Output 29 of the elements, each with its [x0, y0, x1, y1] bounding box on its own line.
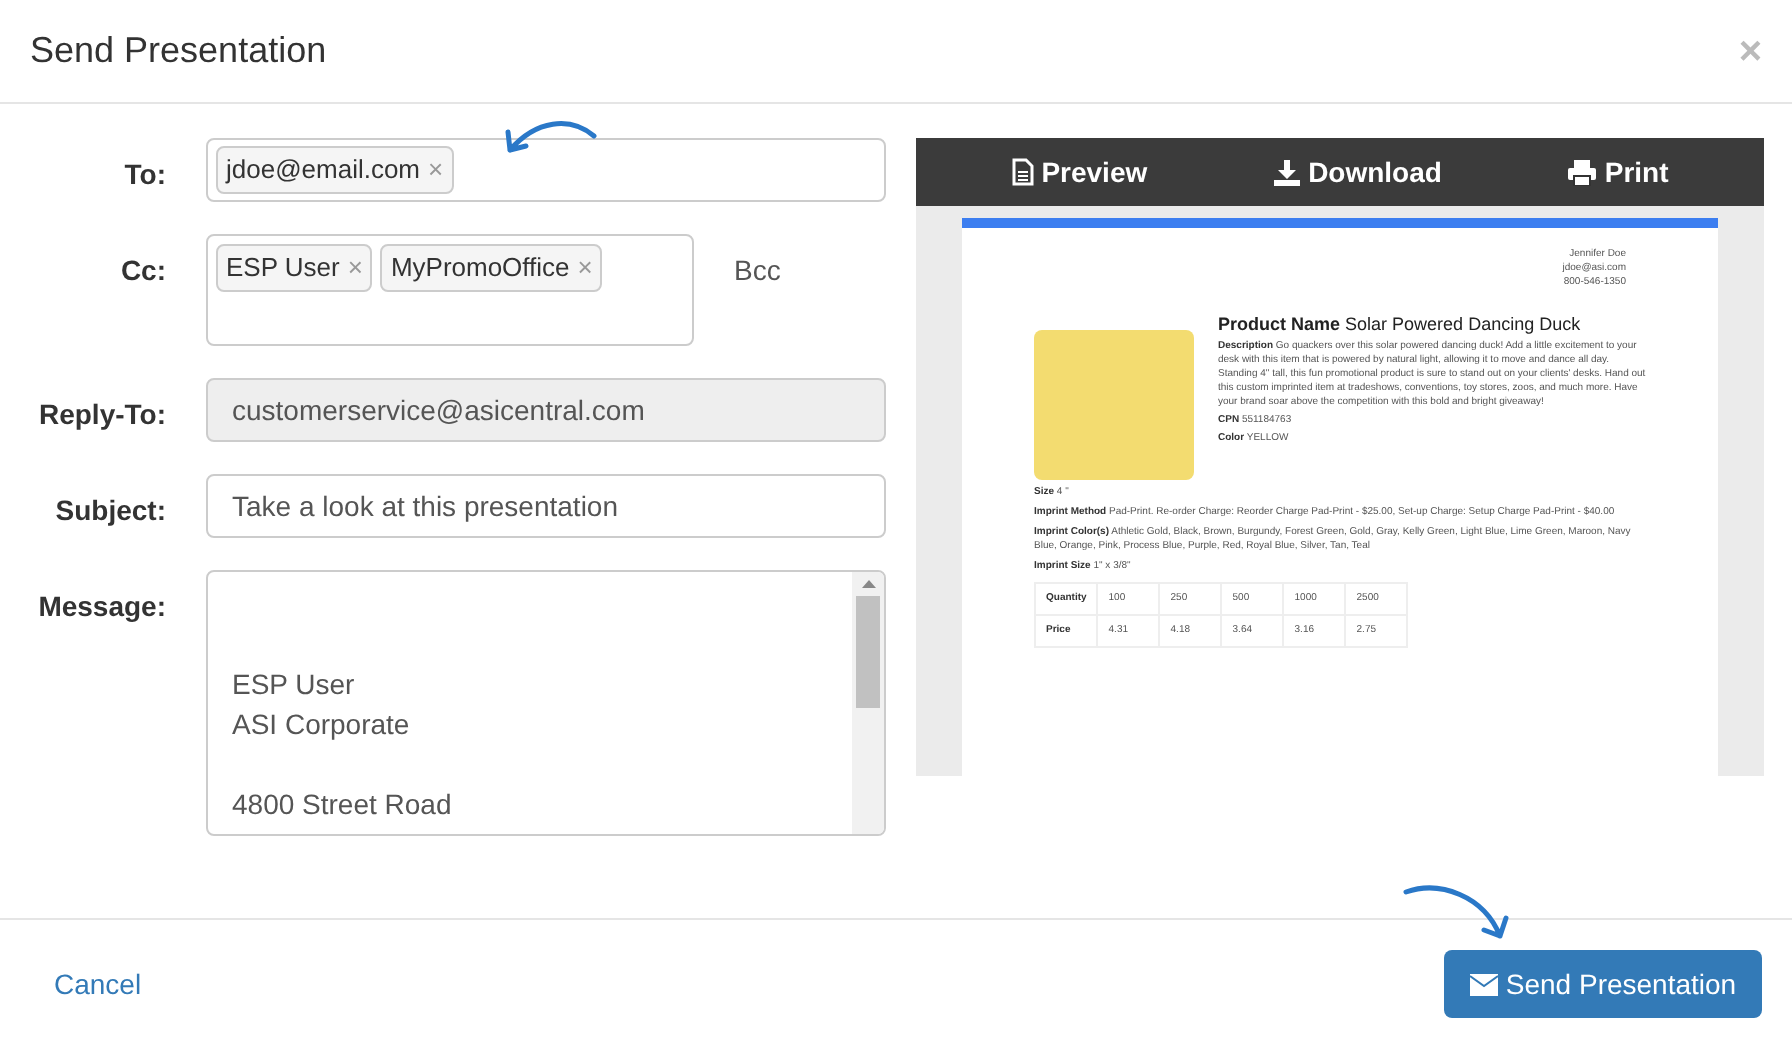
toolbar-button[interactable]: Preview [1011, 151, 1148, 193]
to-field[interactable]: jdoe@email.com × [206, 138, 886, 202]
bcc-link[interactable]: Bcc [734, 234, 781, 346]
message-line: ASI Corporate [232, 706, 412, 744]
toolbar-button[interactable]: Print [1568, 151, 1669, 193]
field-label: Message: [36, 588, 168, 626]
message-line: ESP User [232, 666, 357, 704]
scrollbar-thumb[interactable] [856, 596, 880, 708]
field-label: Reply-To: [36, 396, 168, 434]
product-name: Product Name Solar Powered Dancing Duck [1218, 314, 1583, 336]
subject-field[interactable]: Take a look at this presentation [206, 474, 886, 538]
message-line: 4800 Street Road [232, 786, 454, 824]
message-field[interactable]: ESP User ASI Corporate 4800 Street Road [206, 570, 886, 836]
recipient-tag: MyPromoOffice × [380, 244, 603, 291]
download-icon [1274, 159, 1301, 185]
window-title: Send Presentation [30, 28, 327, 74]
cancel-link[interactable]: Cancel [30, 963, 142, 1005]
send-button[interactable]: Send Presentation [1444, 950, 1762, 1018]
field-label: Subject: [53, 492, 168, 530]
field-label: To: [122, 156, 168, 194]
print-icon [1568, 159, 1597, 185]
envelope-icon [1469, 973, 1498, 995]
recipient-tag: ESP User × [216, 244, 373, 291]
arrow-annotation [1400, 880, 1512, 944]
recipient-tag: jdoe@email.com × [216, 146, 454, 194]
toolbar-button[interactable]: Download [1274, 151, 1442, 193]
document-icon [1011, 158, 1034, 186]
scroll-up-icon [861, 580, 875, 588]
field-label: Cc: [118, 252, 168, 290]
